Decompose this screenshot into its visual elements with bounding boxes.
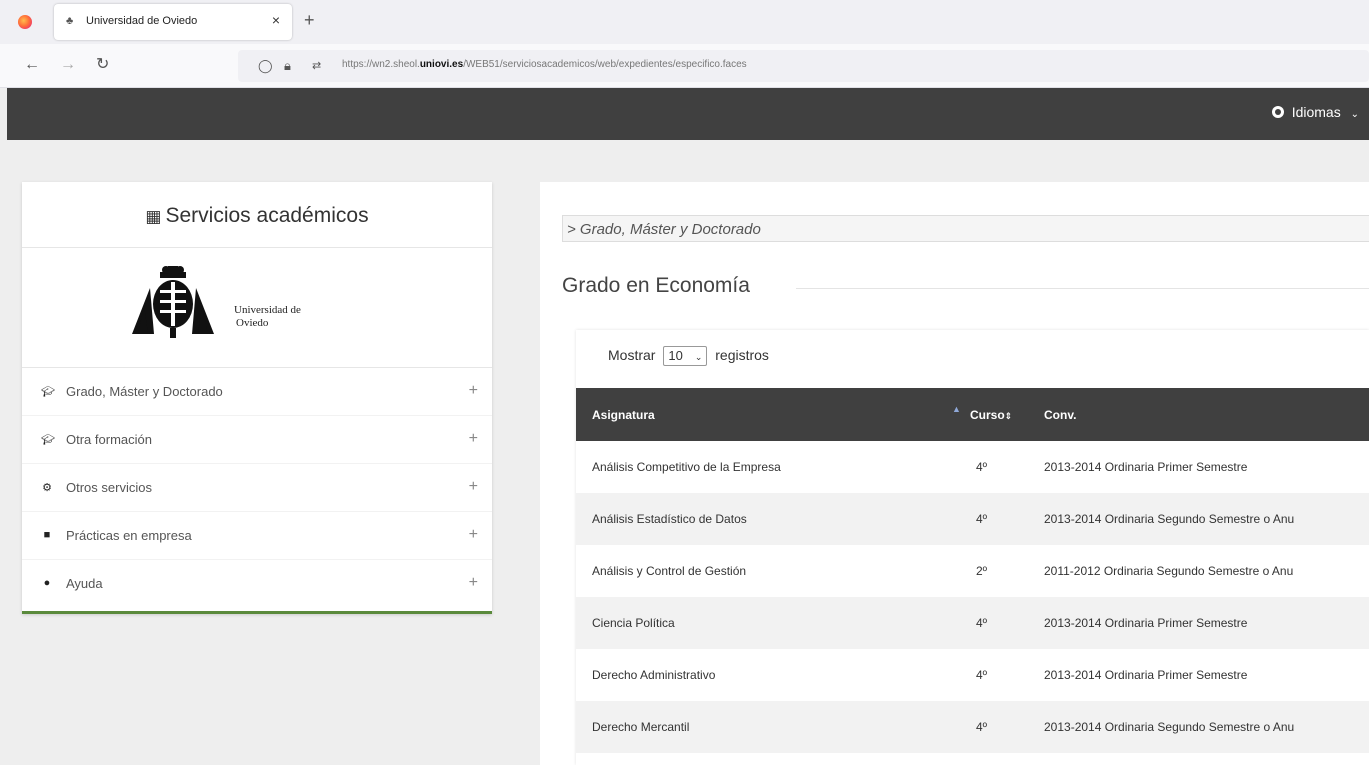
table-row[interactable]: Derecho Mercantil 4º 2013-2014 Ordinaria… (576, 701, 1369, 753)
sidebar-item-practicas[interactable]: ■ Prácticas en empresa + (22, 512, 492, 560)
expand-plus-icon[interactable]: + (469, 574, 478, 592)
new-tab-icon[interactable]: + (304, 10, 315, 30)
browser-tab[interactable]: ♣ Universidad de Oviedo × (54, 4, 292, 40)
sidebar-item-label: Otros servicios (66, 480, 152, 495)
tab-title: Universidad de Oviedo (86, 15, 198, 27)
sidebar-item-label: Prácticas en empresa (66, 528, 192, 543)
globe-icon (1271, 106, 1284, 118)
language-label: Idiomas (1291, 104, 1341, 120)
back-arrow-icon[interactable]: ← (24, 56, 40, 74)
university-favicon-icon: ♣ (66, 15, 74, 27)
column-header-curso[interactable]: Curso⇕ (970, 408, 1012, 422)
address-bar[interactable]: ◯ 🔒︎ ⇄ https://wn2.sheol.uniovi.es/WEB51… (238, 50, 1369, 82)
sidebar-item-label: Grado, Máster y Doctorado (66, 384, 223, 399)
subjects-table: Mostrar 10 ⌄ registros Asignatura ▲ Curso… (576, 330, 1369, 765)
expand-plus-icon[interactable]: + (469, 382, 478, 400)
table-row[interactable]: Análisis Estadístico de Datos 4º 2013-20… (576, 493, 1369, 545)
sidebar-item-otra-formacion[interactable]: 🎓︎ Otra formación + (22, 416, 492, 464)
reload-icon[interactable]: ↻ (96, 56, 109, 74)
expand-plus-icon[interactable]: + (469, 478, 478, 496)
table-row[interactable]: Ciencia Política 4º 2013-2014 Ordinaria … (576, 597, 1369, 649)
firefox-logo-icon[interactable] (18, 15, 32, 29)
browser-tab-bar: ♣ Universidad de Oviedo × + (0, 0, 1369, 44)
column-header-asignatura[interactable]: Asignatura (592, 408, 655, 422)
permissions-icon[interactable]: ⇄ (312, 58, 321, 74)
page-length-select[interactable]: 10 ⌄ (663, 346, 708, 366)
sidebar-item-label: Ayuda (66, 576, 103, 591)
graduation-cap-icon: 🎓︎ (41, 386, 55, 398)
grid-icon: ▦ (145, 207, 162, 226)
sidebar-item-ayuda[interactable]: ● Ayuda + (22, 560, 492, 608)
forward-arrow-icon[interactable]: → (60, 56, 76, 74)
column-header-conv[interactable]: Conv. (1044, 408, 1076, 422)
close-tab-icon[interactable]: × (272, 12, 280, 28)
title-divider (796, 288, 1369, 289)
logo-text: Universidad de Oviedo (234, 304, 301, 329)
sidebar-item-label: Otra formación (66, 432, 152, 447)
language-menu[interactable]: Idiomas ⌄ (1271, 104, 1359, 120)
page-length-control: Mostrar 10 ⌄ registros (608, 346, 769, 366)
app-header: Idiomas ⌄ (7, 88, 1369, 140)
sidebar: ▦ Servicios académicos Universidad de Ov… (22, 182, 492, 614)
main-panel: > Grado, Máster y Doctorado Grado en Eco… (540, 182, 1369, 765)
sort-ascending-icon[interactable]: ▲ (952, 404, 961, 414)
table-row[interactable]: Análisis Competitivo de la Empresa 4º 20… (576, 441, 1369, 493)
sidebar-title: ▦ Servicios académicos (22, 182, 492, 248)
sidebar-item-grado[interactable]: 🎓︎ Grado, Máster y Doctorado + (22, 368, 492, 416)
gear-icon: ⚙ (42, 482, 52, 494)
expand-plus-icon[interactable]: + (469, 430, 478, 448)
table-header: Asignatura ▲ Curso⇕ Conv. (576, 388, 1369, 441)
shield-icon[interactable]: ◯ (258, 58, 273, 74)
url-text[interactable]: https://wn2.sheol.uniovi.es/WEB51/servic… (342, 59, 747, 70)
breadcrumb[interactable]: > Grado, Máster y Doctorado (562, 215, 1369, 242)
table-row[interactable]: Análisis y Control de Gestión 2º 2011-20… (576, 545, 1369, 597)
question-circle-icon: ● (43, 577, 51, 589)
university-crest-icon (132, 266, 214, 338)
lock-icon[interactable]: 🔒︎ (284, 58, 291, 74)
chevron-down-icon: ⌄ (694, 352, 703, 362)
briefcase-icon: ■ (43, 529, 51, 541)
chevron-down-icon: ⌄ (1350, 109, 1359, 120)
sort-icon: ⇕ (1004, 411, 1013, 421)
university-logo: Universidad de Oviedo (22, 248, 492, 368)
graduation-cap-icon: 🎓︎ (41, 434, 55, 446)
page-title: Grado en Economía (562, 274, 750, 297)
browser-nav-bar: ← → ↻ ◯ 🔒︎ ⇄ https://wn2.sheol.uniovi.es… (0, 44, 1369, 88)
expand-plus-icon[interactable]: + (469, 526, 478, 544)
sidebar-item-otros-servicios[interactable]: ⚙ Otros servicios + (22, 464, 492, 512)
table-row[interactable]: Derecho Administrativo 4º 2013-2014 Ordi… (576, 649, 1369, 701)
